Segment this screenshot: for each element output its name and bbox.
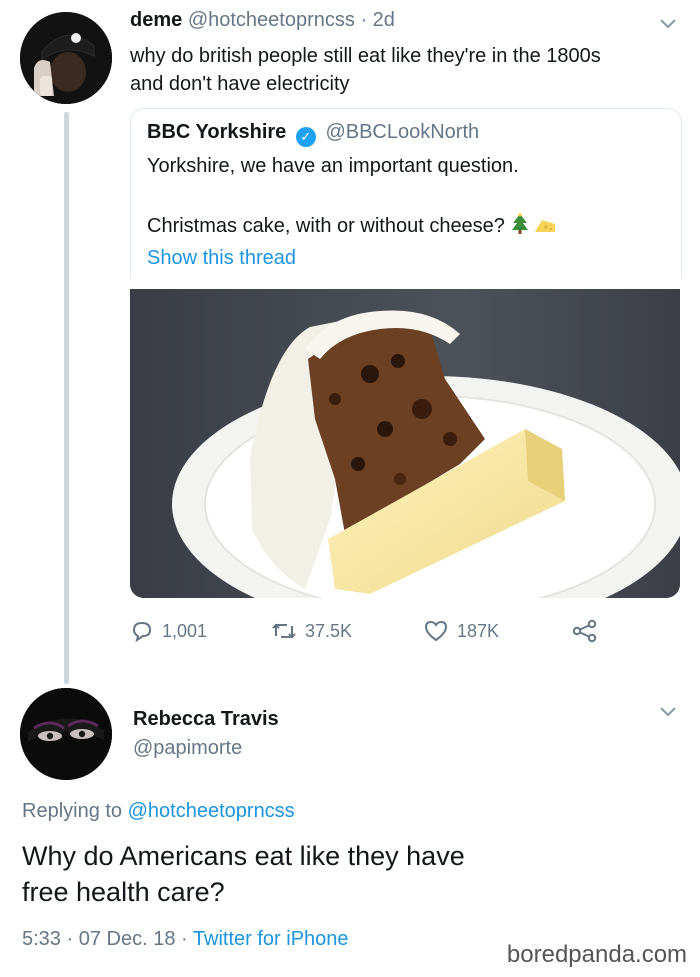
- tweet-photo[interactable]: [130, 289, 680, 598]
- tweet-text-line: why do british people still eat like the…: [130, 45, 601, 67]
- reply-text-line: Why do Americans eat like they have: [22, 841, 465, 871]
- separator-dot: ·: [66, 928, 74, 950]
- quoted-handle[interactable]: @BBCLookNorth: [325, 121, 479, 143]
- tweet-meta: 5:33 · 07 Dec. 18 · Twitter for iPhone: [22, 928, 349, 951]
- quoted-text: Christmas cake, with or without cheese?: [147, 215, 505, 237]
- share-icon: [572, 619, 597, 643]
- tweet-age[interactable]: 2d: [373, 9, 395, 31]
- separator-dot: ·: [360, 9, 368, 31]
- reply-action[interactable]: 1,001: [130, 619, 207, 643]
- chevron-down-icon[interactable]: [659, 703, 677, 721]
- display-name[interactable]: deme: [130, 9, 182, 31]
- replying-to: Replying to @hotcheetoprncss: [22, 800, 295, 823]
- quoted-tweet-header: BBC Yorkshire ✓ @BBCLookNorth: [147, 121, 479, 147]
- cheese-icon: [535, 220, 556, 232]
- tweet-time[interactable]: 5:33: [22, 928, 61, 950]
- quoted-text-line-2: Christmas cake, with or without cheese?: [147, 213, 556, 238]
- tweet-date[interactable]: 07 Dec. 18: [79, 928, 176, 950]
- avatar-image: [20, 688, 112, 780]
- verified-icon: ✓: [295, 127, 316, 147]
- retweet-count: 37.5K: [305, 621, 353, 641]
- reply-handle[interactable]: @papimorte: [133, 737, 242, 760]
- like-action[interactable]: 187K: [423, 619, 499, 643]
- quoted-text-line: Yorkshire, we have an important question…: [147, 155, 519, 177]
- tweet-header: deme @hotcheetoprncss · 2d: [130, 9, 395, 32]
- watermark: boredpanda.com: [494, 935, 700, 977]
- avatar[interactable]: [20, 688, 112, 780]
- handle[interactable]: @hotcheetoprncss: [188, 9, 355, 31]
- reply-icon: [132, 621, 152, 643]
- tweet-text: why do british people still eat like the…: [130, 42, 670, 98]
- reply-text: Why do Americans eat like they have free…: [22, 838, 642, 910]
- tweet-text-line: and don't have electricity: [130, 73, 350, 95]
- retweet-icon: [272, 623, 296, 639]
- tweet-client[interactable]: Twitter for iPhone: [193, 928, 349, 950]
- cake-photo-illustration: [130, 289, 680, 598]
- thread-line: [64, 112, 69, 684]
- christmas-tree-icon: [511, 213, 528, 234]
- like-count: 187K: [457, 621, 500, 641]
- chevron-down-icon[interactable]: [659, 15, 677, 33]
- separator-dot: ·: [181, 928, 188, 950]
- avatar-image: [20, 12, 112, 104]
- reply-text-line: free health care?: [22, 877, 225, 907]
- replying-to-handle[interactable]: @hotcheetoprncss: [128, 800, 295, 822]
- share-action[interactable]: [571, 619, 607, 643]
- show-thread-link[interactable]: Show this thread: [147, 247, 296, 270]
- quoted-display-name[interactable]: BBC Yorkshire: [147, 121, 286, 143]
- reply-display-name[interactable]: Rebecca Travis: [133, 708, 279, 731]
- retweet-action[interactable]: 37.5K: [271, 619, 352, 643]
- avatar[interactable]: [20, 12, 112, 104]
- like-icon: [424, 620, 448, 642]
- reply-count: 1,001: [162, 621, 208, 641]
- replying-to-prefix: Replying to: [22, 800, 123, 822]
